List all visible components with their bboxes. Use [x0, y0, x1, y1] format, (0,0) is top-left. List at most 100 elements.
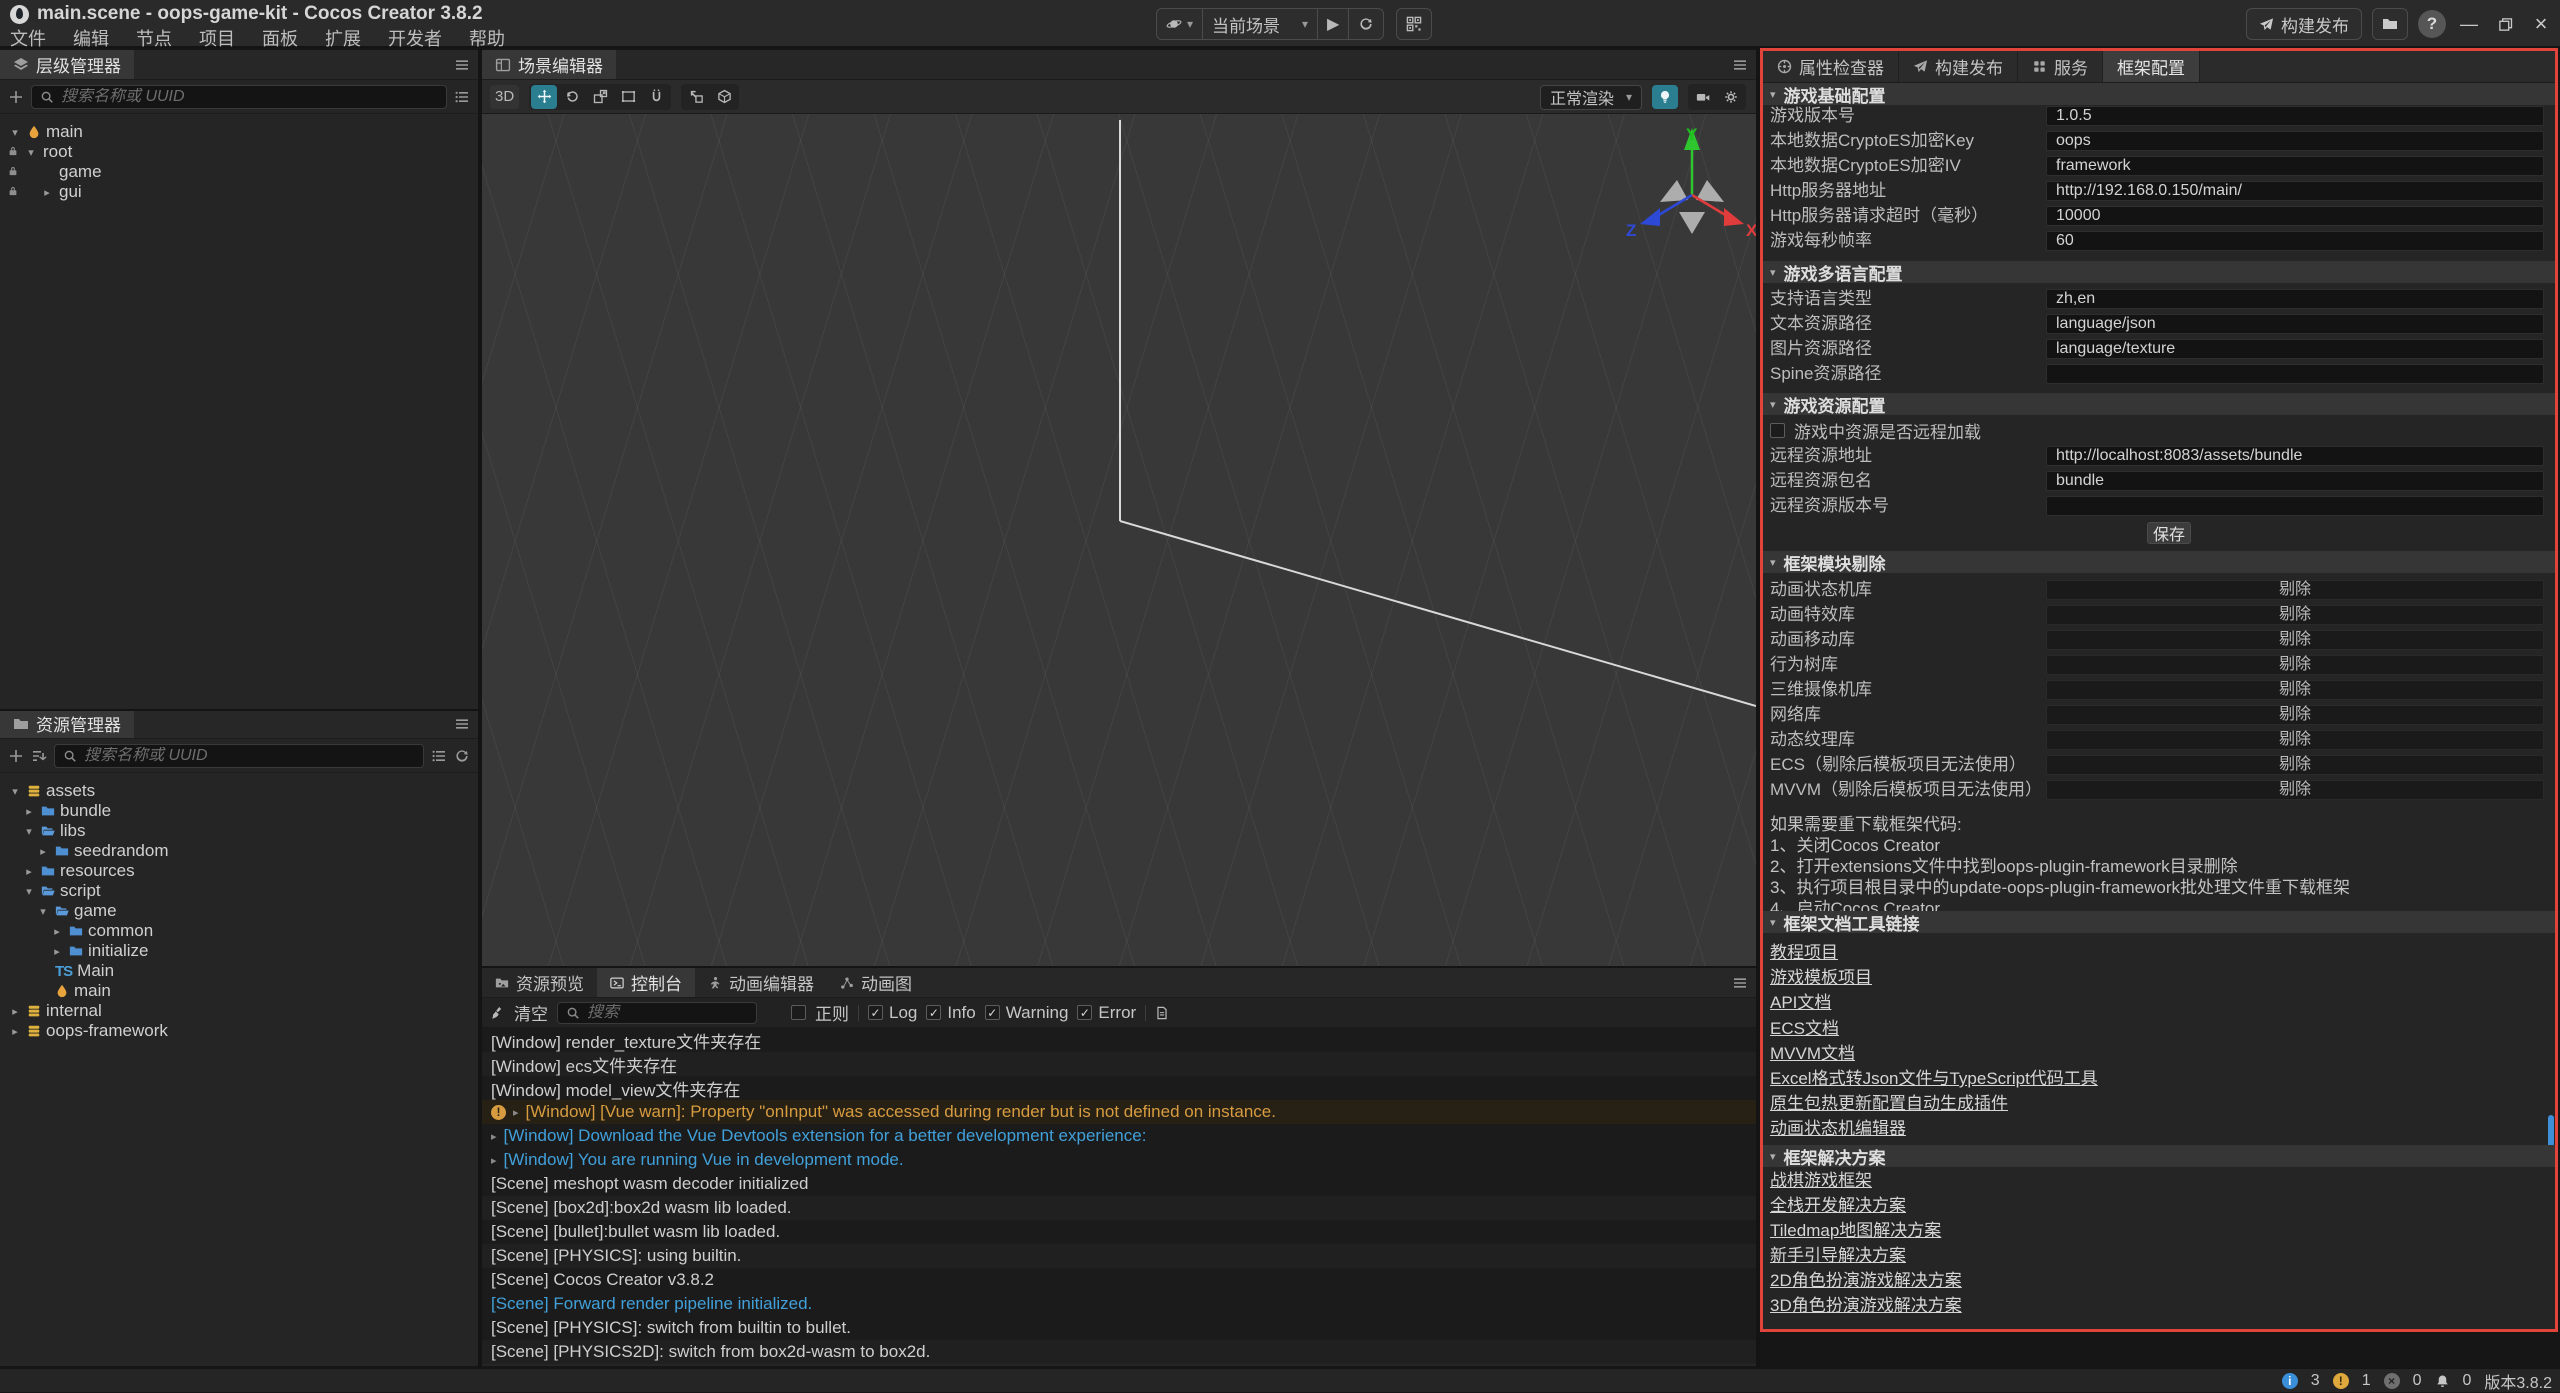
hierarchy-search-input[interactable] — [61, 88, 438, 106]
doc-link[interactable]: 3D角色扮演游戏解决方案 — [1770, 1291, 1962, 1316]
tree-row-assets[interactable]: ▾assets — [0, 781, 478, 801]
collapse-chevron-icon[interactable]: ▾ — [1770, 556, 1776, 569]
tree-row-seedrandom[interactable]: ▸seedrandom — [0, 841, 478, 861]
chevron-down-icon[interactable]: ▾ — [8, 126, 22, 139]
scene-viewport[interactable]: Y X Z — [482, 114, 1756, 968]
scene-settings-button[interactable] — [1718, 85, 1744, 109]
rect-tool-button[interactable] — [615, 85, 641, 109]
expand-chevron-icon[interactable]: ▸ — [491, 1130, 497, 1143]
collapse-chevron-icon[interactable]: ▾ — [1770, 1150, 1776, 1163]
device-select[interactable]: ▾ — [1157, 8, 1202, 40]
field-input[interactable]: bundle — [2046, 471, 2544, 491]
create-asset-button[interactable] — [8, 748, 24, 764]
chevron-down-icon[interactable]: ▾ — [22, 825, 36, 838]
rotate-tool-button[interactable] — [559, 85, 585, 109]
tree-row-internal[interactable]: ▸internal — [0, 1001, 478, 1021]
render-mode-select[interactable]: 正常渲染▾ — [1540, 85, 1642, 110]
chevron-right-icon[interactable]: ▸ — [8, 1025, 22, 1038]
tab-grid[interactable]: 服务 — [2018, 51, 2103, 82]
chevron-down-icon[interactable]: ▾ — [22, 885, 36, 898]
console-menu-icon[interactable] — [1732, 975, 1748, 996]
tab-plane[interactable]: 构建发布 — [1899, 51, 2018, 82]
remove-module-button[interactable]: 剔除 — [2046, 680, 2544, 700]
tab-hierarchy[interactable]: 层级管理器 — [0, 50, 134, 79]
sort-assets-icon[interactable] — [31, 748, 47, 764]
remove-module-button[interactable]: 剔除 — [2046, 655, 2544, 675]
hierarchy-menu-icon[interactable] — [454, 57, 470, 73]
save-button[interactable]: 保存 — [2147, 522, 2191, 544]
tree-row-game[interactable]: game — [0, 162, 478, 182]
chevron-down-icon[interactable]: ▾ — [8, 785, 22, 798]
filter-warning-checkbox[interactable] — [985, 1005, 1000, 1020]
remove-module-button[interactable]: 剔除 — [2046, 730, 2544, 750]
tree-row-initialize[interactable]: ▸initialize — [0, 941, 478, 961]
regex-checkbox[interactable] — [791, 1005, 806, 1020]
tab-graph[interactable]: 动画图 — [827, 968, 925, 997]
chevron-right-icon[interactable]: ▸ — [50, 945, 64, 958]
doc-link[interactable]: MVVM文档 — [1770, 1039, 1855, 1064]
info-count-icon[interactable]: i — [2282, 1373, 2298, 1389]
tree-row-root[interactable]: ▾root — [0, 142, 478, 162]
field-input[interactable] — [2046, 496, 2544, 516]
tree-row-main[interactable]: main — [0, 981, 478, 1001]
remove-module-button[interactable]: 剔除 — [2046, 705, 2544, 725]
section-header[interactable]: ▾框架解决方案 — [1763, 1145, 2555, 1167]
menu-item-4[interactable]: 面板 — [262, 25, 298, 51]
doc-link[interactable]: Tiledmap地图解决方案 — [1770, 1216, 1941, 1241]
minimize-button[interactable]: — — [2456, 10, 2482, 38]
preview-qr-button[interactable] — [1396, 8, 1432, 40]
scene-light-toggle[interactable] — [1652, 85, 1678, 109]
tree-row-gui[interactable]: ▸gui — [0, 182, 478, 202]
chevron-right-icon[interactable]: ▸ — [22, 805, 36, 818]
chevron-right-icon[interactable]: ▸ — [36, 845, 50, 858]
build-publish-button[interactable]: 构建发布 — [2246, 8, 2362, 40]
log-file-icon[interactable] — [1155, 1006, 1169, 1020]
ui-tool-button[interactable] — [643, 85, 669, 109]
field-input[interactable]: http://localhost:8083/assets/bundle — [2046, 446, 2544, 466]
chevron-down-icon[interactable]: ▾ — [24, 146, 38, 159]
expand-chevron-icon[interactable]: ▸ — [513, 1106, 519, 1119]
maximize-button[interactable] — [2492, 10, 2518, 38]
doc-link[interactable]: Excel格式转Json文件与TypeScript代码工具 — [1770, 1064, 2098, 1089]
remove-module-button[interactable]: 剔除 — [2046, 780, 2544, 800]
field-input[interactable]: zh,en — [2046, 289, 2544, 309]
filter-error-checkbox[interactable] — [1077, 1005, 1092, 1020]
menu-item-6[interactable]: 开发者 — [388, 25, 442, 51]
doc-link[interactable]: 原生包热更新配置自动生成插件 — [1770, 1089, 2008, 1114]
console-message[interactable]: [Scene] [box2d]:box2d wasm lib loaded. — [482, 1196, 1756, 1220]
scene-select[interactable]: 当前场景▾ — [1203, 8, 1317, 40]
console-message[interactable]: !▸[Window] [Vue warn]: Property "onInput… — [482, 1100, 1756, 1124]
console-search[interactable] — [557, 1002, 757, 1024]
scene-camera-button[interactable] — [1690, 85, 1716, 109]
hierarchy-search[interactable] — [31, 85, 447, 109]
field-input[interactable] — [2046, 364, 2544, 384]
assets-search[interactable] — [54, 744, 424, 768]
doc-link[interactable]: API文档 — [1770, 988, 1831, 1013]
console-message[interactable]: [Window] model_view文件夹存在 — [482, 1076, 1756, 1100]
console-message[interactable]: [Window] render_texture文件夹存在 — [482, 1028, 1756, 1052]
menu-item-0[interactable]: 文件 — [10, 25, 46, 51]
menu-item-1[interactable]: 编辑 — [73, 25, 109, 51]
field-input[interactable]: 10000 — [2046, 206, 2544, 226]
coordinate-tool-button[interactable] — [711, 85, 737, 109]
chevron-right-icon[interactable]: ▸ — [50, 925, 64, 938]
section-header[interactable]: ▾游戏资源配置 — [1763, 393, 2555, 415]
remote-load-checkbox[interactable] — [1770, 423, 1785, 438]
tab-terminal[interactable]: 控制台 — [597, 968, 695, 997]
clear-console-button[interactable]: 清空 — [514, 1000, 548, 1025]
console-search-input[interactable] — [587, 1004, 794, 1022]
console-message[interactable]: [Scene] meshopt wasm decoder initialized — [482, 1172, 1756, 1196]
field-input[interactable]: language/texture — [2046, 339, 2544, 359]
section-header[interactable]: ▾框架模块剔除 — [1763, 551, 2555, 573]
collapse-chevron-icon[interactable]: ▾ — [1770, 266, 1776, 279]
assets-menu-icon[interactable] — [454, 716, 470, 732]
tree-row-resources[interactable]: ▸resources — [0, 861, 478, 881]
field-input[interactable]: 60 — [2046, 231, 2544, 251]
remove-module-button[interactable]: 剔除 — [2046, 630, 2544, 650]
chevron-down-icon[interactable]: ▾ — [36, 905, 50, 918]
tab-framework-config[interactable]: 框架配置 — [2103, 51, 2200, 82]
chevron-right-icon[interactable]: ▸ — [40, 186, 54, 199]
3d-toggle-button[interactable]: 3D — [490, 85, 519, 109]
doc-link[interactable]: 教程项目 — [1770, 938, 1838, 963]
tab-inspector[interactable]: 属性检查器 — [1763, 51, 1899, 82]
